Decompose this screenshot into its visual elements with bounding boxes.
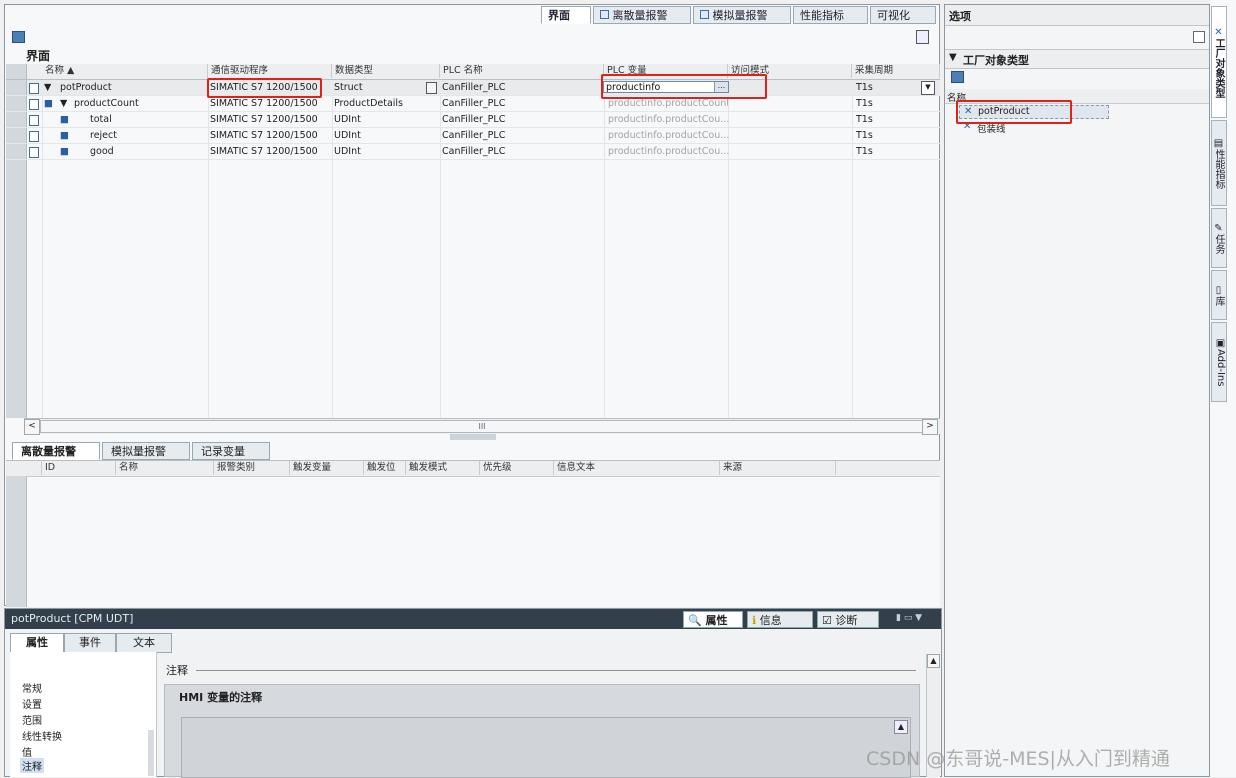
watermark: CSDN @东哥说-MES|从入门到精通 — [866, 748, 1170, 770]
task-panel-title: 选项 — [949, 10, 971, 23]
subtab-events[interactable]: 事件 — [64, 633, 116, 653]
section-header[interactable]: ▼ 工厂对象类型 — [945, 49, 1209, 69]
h-scrollbar[interactable]: < III > — [24, 418, 940, 435]
row-type: Struct — [334, 82, 363, 93]
textarea-scroll-up[interactable]: ▲ — [894, 720, 908, 734]
highlight-plc-tag — [601, 74, 767, 99]
col-plc-name[interactable]: PLC 名称 — [440, 64, 604, 78]
table-row[interactable]: ▼ potProduct SIMATIC S7 1200/1500 Struct… — [6, 80, 940, 96]
nav-linear-scaling[interactable]: 线性转换 — [22, 728, 62, 743]
task-panel-header: 选项 — [945, 5, 1209, 26]
nav-general[interactable]: 常规 — [22, 680, 42, 695]
add-type-icon[interactable] — [951, 71, 964, 83]
scroll-right-button[interactable]: > — [922, 419, 938, 435]
alarm-icon — [600, 10, 609, 19]
scroll-left-button[interactable]: < — [24, 419, 40, 435]
alarm-table: ID 名称 报警类别 触发变量 触发位 触发模式 优先级 信息文本 来源 — [6, 460, 940, 607]
tab-kpi[interactable]: 性能指标 — [793, 6, 868, 24]
view-tab-properties[interactable]: 🔍 属性 — [683, 611, 743, 628]
addins-icon: ▣ — [1215, 337, 1226, 349]
col-driver[interactable]: 通信驱动程序 — [208, 64, 332, 78]
row-plc: CanFiller_PLC — [442, 82, 506, 93]
side-tab-addins[interactable]: ▣Add-Ins — [1211, 322, 1227, 402]
comment-label: 注释 — [166, 664, 188, 677]
cycle-dropdown[interactable]: ▼ — [921, 81, 935, 95]
tag-icon — [29, 83, 39, 94]
section-title: 工厂对象类型 — [963, 54, 1029, 67]
tab-analog-alarm-list[interactable]: 模拟量报警 — [102, 442, 190, 460]
tab-logging-tags[interactable]: 记录变量 — [192, 442, 270, 460]
side-tab-kpi[interactable]: ▤性能指标 — [1211, 120, 1227, 206]
comment-heading: HMI 变量的注释 — [179, 691, 263, 704]
nav-values[interactable]: 值 — [22, 744, 32, 759]
col-datatype[interactable]: 数据类型 — [332, 64, 440, 78]
tag-icon — [29, 115, 39, 126]
plant-object-icon: ✕ — [1213, 26, 1224, 38]
highlight-potproduct — [956, 100, 1072, 124]
view-tab-diagnostics[interactable]: ☑ 诊断 — [817, 611, 879, 628]
panel-controls-icon[interactable]: ▮ ▭ ▼ — [896, 613, 936, 625]
subtab-properties[interactable]: 属性 — [10, 633, 64, 653]
tab-discrete-alarm-list[interactable]: 离散量报警 — [12, 442, 100, 460]
highlight-driver — [207, 78, 322, 98]
nav-range[interactable]: 范围 — [22, 712, 42, 727]
scroll-thumb[interactable]: III — [40, 420, 924, 433]
alarm-table-header: ID 名称 报警类别 触发变量 触发位 触发模式 优先级 信息文本 来源 — [6, 461, 940, 477]
member-icon: ■ — [60, 146, 69, 157]
table-header: 名称 ▲ 通信驱动程序 数据类型 PLC 名称 PLC 变量 访问模式 采集周期 — [6, 64, 940, 80]
tab-analog-alarms[interactable]: 模拟量报警 — [693, 6, 791, 24]
panel-pin-icon[interactable] — [1193, 31, 1205, 43]
row-name: productCount — [74, 98, 139, 109]
info-icon: ℹ — [752, 614, 757, 627]
view-tab-info[interactable]: ℹ 信息 — [747, 611, 813, 628]
properties-title: potProduct [CPM UDT] — [11, 612, 134, 625]
task-panel: 选项 ▼ 工厂对象类型 名称 ✕ potProduct ✕ 包装线 — [944, 4, 1210, 777]
side-tab-tasks[interactable]: ✎任务 — [1211, 208, 1227, 268]
kpi-icon: ▤ — [1213, 137, 1224, 149]
row-cycle: T1s — [856, 82, 873, 93]
header-corner — [6, 64, 27, 79]
scroll-up-button[interactable]: ▲ — [927, 654, 940, 668]
tab-visualization[interactable]: 可视化 — [870, 6, 936, 24]
alarm-icon — [700, 10, 709, 19]
tag-icon — [29, 147, 39, 158]
col-name[interactable]: 名称 ▲ — [42, 64, 208, 78]
table-row[interactable]: ■ total SIMATIC S7 1200/1500 UDInt CanFi… — [6, 112, 940, 128]
table-row[interactable]: ■ reject SIMATIC S7 1200/1500 UDInt CanF… — [6, 128, 940, 144]
expand-toggle[interactable]: ▼ — [60, 96, 67, 111]
comment-textarea[interactable]: ▲ — [181, 717, 911, 778]
expand-toggle[interactable]: ▼ — [44, 80, 51, 95]
property-nav: 常规 设置 范围 线性转换 值 注释 — [10, 652, 157, 777]
side-tab-plant-object-types[interactable]: ✕工厂对象类型 — [1211, 6, 1227, 118]
splitter-handle[interactable] — [450, 434, 496, 440]
diagnostics-icon: ☑ — [822, 614, 832, 627]
col-cycle[interactable]: 采集周期 — [852, 64, 940, 78]
tag-icon — [29, 99, 39, 110]
add-object-icon[interactable] — [12, 31, 25, 43]
table-row[interactable]: ■ ▼ productCount SIMATIC S7 1200/1500 Pr… — [6, 96, 940, 112]
tasks-icon: ✎ — [1213, 222, 1224, 234]
tab-discrete-alarms[interactable]: 离散量报警 — [593, 6, 691, 24]
member-icon: ■ — [60, 130, 69, 141]
tab-interface[interactable]: 界面 — [541, 6, 591, 24]
subtab-texts[interactable]: 文本 — [116, 633, 172, 653]
datatype-browse-icon[interactable] — [426, 82, 437, 94]
side-tab-libraries[interactable]: ▯库 — [1211, 270, 1227, 320]
comment-group: HMI 变量的注释 ▲ — [164, 684, 920, 778]
tag-icon — [29, 131, 39, 142]
nav-scrollbar[interactable] — [148, 730, 154, 776]
table-row[interactable]: ■ good SIMATIC S7 1200/1500 UDInt CanFil… — [6, 144, 940, 160]
properties-icon: 🔍 — [688, 614, 702, 627]
member-icon: ■ — [60, 114, 69, 125]
nav-comment[interactable]: 注释 — [20, 758, 44, 773]
section-title: 界面 — [26, 49, 51, 63]
library-icon: ▯ — [1213, 284, 1224, 296]
collapse-icon[interactable]: ▼ — [949, 52, 957, 63]
member-icon: ■ — [44, 98, 53, 109]
nav-settings[interactable]: 设置 — [22, 696, 42, 711]
row-name: potProduct — [60, 82, 112, 93]
list-view-icon[interactable] — [916, 30, 929, 44]
